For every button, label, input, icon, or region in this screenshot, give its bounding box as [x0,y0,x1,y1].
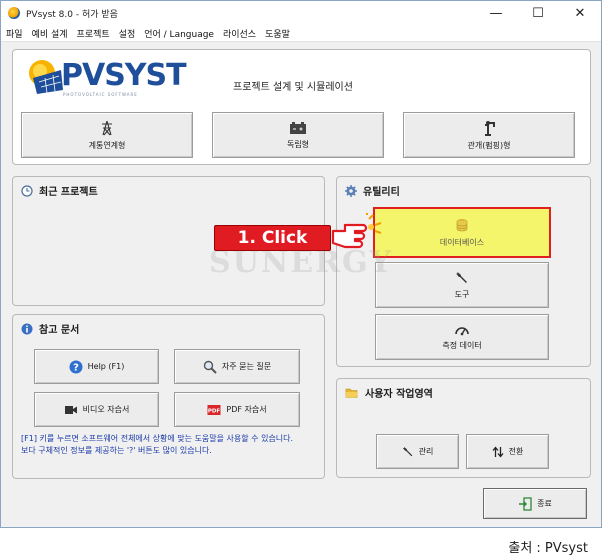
switch-workspace-button[interactable]: 전환 [466,434,549,469]
svg-text:PDF: PDF [208,408,221,414]
user-workspace-panel: 사용자 작업영역 [336,378,591,478]
menu-project[interactable]: 프로젝트 [77,27,110,40]
exit-door-icon [519,496,532,511]
project-design-panel: PVSYST PHOTOVOLTAIC SOFTWARE 프로젝트 설계 및 시… [12,49,591,165]
standalone-button[interactable]: 독립형 [212,112,384,158]
minimize-button[interactable]: — [475,1,517,25]
help-f1-label: Help (F1) [87,362,125,371]
clock-icon [21,184,33,197]
wrench-icon [402,446,412,456]
faq-label: 자주 묻는 질문 [221,362,272,371]
exit-label: 종료 [537,499,552,508]
sun-logo-icon [29,60,63,94]
exit-button[interactable]: 종료 [483,488,587,519]
battery-icon [290,121,306,134]
pointing-hand-icon [331,213,382,249]
tools-label: 도구 [454,289,470,299]
pvsyst-logo: PVSYST PHOTOVOLTAIC SOFTWARE [25,56,187,100]
click-callout: 1. Click [214,225,331,251]
recent-projects-title: 최근 프로젝트 [21,183,98,198]
database-label: 데이터베이스 [439,237,485,247]
logo-tagline: PHOTOVOLTAIC SOFTWARE [63,92,138,97]
info-icon [21,323,33,334]
video-tutorial-label: 비디오 자습서 [82,405,130,414]
manage-workspace-label: 관리 [418,447,434,456]
video-tutorial-button[interactable]: 비디오 자습서 [34,392,159,427]
help-f1-button[interactable]: ? Help (F1) [34,349,159,384]
pdf-icon: PDF [207,404,221,415]
measured-data-label: 측정 데이터 [442,340,482,350]
window-controls: — ☐ ✕ [475,1,601,25]
user-workspace-title: 사용자 작업영역 [345,385,433,400]
maximize-button[interactable]: ☐ [517,1,559,25]
window-title: PVsyst 8.0 - 허가 받음 [26,9,118,20]
title-bar: PVsyst 8.0 - 허가 받음 — ☐ ✕ [1,1,601,25]
standalone-label: 독립형 [286,139,310,149]
measured-data-button[interactable]: 측정 데이터 [375,314,549,360]
folder-icon [345,388,358,398]
menu-settings[interactable]: 설정 [119,27,136,40]
menu-language[interactable]: 언어 / Language [144,27,214,40]
database-button[interactable]: 데이터베이스 [373,207,551,258]
page-subtitle: 프로젝트 설계 및 시뮬레이션 [233,82,353,93]
pumping-button[interactable]: 관개(펌핑)형 [403,112,575,158]
transmission-tower-icon [102,120,112,135]
tools-button[interactable]: 도구 [375,262,549,308]
svg-text:?: ? [73,362,79,373]
switch-workspace-label: 전환 [508,447,524,456]
logo-wordmark: PVSYST [61,58,187,93]
faq-button[interactable]: 자주 묻는 질문 [174,349,300,384]
manage-workspace-button[interactable]: 관리 [376,434,459,469]
database-icon [456,218,468,231]
utilities-title: 유틸리티 [345,183,400,198]
pdf-tutorial-label: PDF 자습서 [226,405,267,414]
pdf-tutorial-button[interactable]: PDF PDF 자습서 [174,392,300,427]
water-pump-icon [485,120,495,136]
gauge-icon [455,326,469,335]
pvsyst-app-icon [8,7,20,19]
video-camera-icon [64,405,77,414]
menu-bar: 파일 예비 설계 프로젝트 설정 언어 / Language 라이선스 도움말 [1,25,601,42]
grid-connected-label: 계통연계형 [88,140,126,150]
close-button[interactable]: ✕ [559,1,601,25]
grid-connected-button[interactable]: 계통연계형 [21,112,193,158]
source-caption: 출처 : PVsyst [508,541,588,556]
pvsyst-window: PVsyst 8.0 - 허가 받음 — ☐ ✕ 파일 예비 설계 프로젝트 설… [0,0,602,528]
help-note-line-2: 보다 구체적인 정보를 제공하는 '?' 버튼도 많이 있습니다. [21,446,212,455]
pumping-label: 관개(펌핑)형 [467,140,511,150]
menu-help[interactable]: 도움말 [265,27,290,40]
wrench-icon [456,271,467,283]
help-note: [F1] 키를 누르면 소프트웨어 전체에서 상황에 맞는 도움말을 사용할 수… [21,433,321,457]
reference-docs-title: 참고 문서 [21,321,79,336]
gear-icon [345,184,357,197]
help-icon: ? [69,360,83,373]
swap-arrows-icon [492,445,504,458]
magnifier-icon [203,360,217,374]
menu-file[interactable]: 파일 [6,27,23,40]
menu-license[interactable]: 라이선스 [223,27,256,40]
help-note-line-1: [F1] 키를 누르면 소프트웨어 전체에서 상황에 맞는 도움말을 사용할 수… [21,434,294,443]
menu-preliminary-design[interactable]: 예비 설계 [32,27,68,40]
